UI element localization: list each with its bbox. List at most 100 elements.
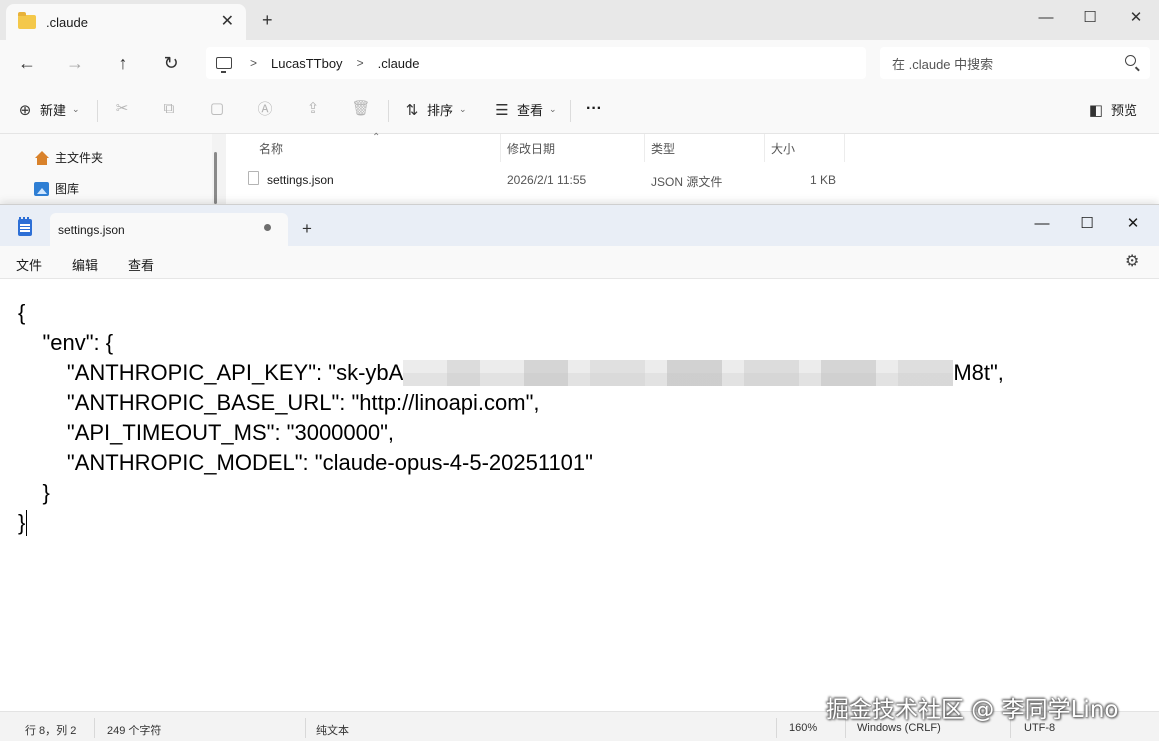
maximize-button[interactable]: ☐ bbox=[1064, 209, 1110, 237]
sort-icon: ⇅ bbox=[405, 101, 419, 119]
code-line-8-text: } bbox=[18, 510, 26, 535]
sidebar-item-label: 图库 bbox=[55, 182, 80, 196]
new-button[interactable]: ⊕ 新建 ⌄ bbox=[17, 100, 80, 119]
folder-icon bbox=[18, 12, 36, 29]
notepad-tab-bar: settings.json + — ☐ ✕ bbox=[0, 205, 1159, 246]
code-line-1: { bbox=[18, 300, 26, 325]
status-divider bbox=[305, 718, 306, 738]
file-name[interactable]: settings.json bbox=[267, 173, 334, 187]
new-tab-button[interactable]: + bbox=[302, 220, 312, 237]
notepad-window: settings.json + — ☐ ✕ 文件 编辑 查看 ⚙ { "env"… bbox=[0, 204, 1159, 741]
file-list: ⌃ 名称 修改日期 类型 大小 settings.json 2026/2/1 1… bbox=[226, 132, 1159, 214]
column-divider bbox=[644, 134, 645, 162]
home-icon bbox=[34, 150, 50, 165]
code-line-7: } bbox=[18, 480, 50, 505]
unsaved-dot-icon[interactable] bbox=[264, 224, 271, 231]
sort-button[interactable]: ⇅ 排序 ⌄ bbox=[404, 100, 467, 119]
code-line-3: "ANTHROPIC_API_KEY": "sk-ybA M8t", bbox=[18, 360, 1004, 386]
notepad-tab-title: settings.json bbox=[58, 222, 125, 237]
plus-circle-icon: ⊕ bbox=[18, 101, 32, 119]
scissors-icon: ✂ bbox=[115, 100, 129, 117]
column-header-modified[interactable]: 修改日期 bbox=[507, 140, 555, 157]
chevron-down-icon: ⌄ bbox=[459, 104, 467, 114]
column-header-name[interactable]: 名称 bbox=[259, 140, 283, 157]
sidebar-item-home[interactable]: 主文件夹 bbox=[34, 149, 103, 166]
toolbar-divider bbox=[570, 100, 571, 122]
breadcrumb-item-claude[interactable]: .claude bbox=[378, 56, 420, 71]
api-key-suffix: M8t", bbox=[953, 360, 1004, 385]
trash-icon: 🗑 bbox=[351, 100, 371, 117]
text-cursor bbox=[26, 510, 28, 536]
chevron-right-icon: > bbox=[250, 56, 258, 70]
minimize-button[interactable]: — bbox=[1019, 209, 1065, 237]
this-pc-icon[interactable] bbox=[216, 57, 232, 73]
gear-icon[interactable]: ⚙ bbox=[1125, 254, 1141, 270]
cut-button[interactable]: ✂ bbox=[114, 100, 130, 117]
toolbar-divider bbox=[97, 100, 98, 122]
rename-button[interactable]: Ⓐ bbox=[257, 100, 273, 118]
delete-button[interactable]: 🗑 bbox=[351, 100, 371, 117]
rename-icon: Ⓐ bbox=[257, 100, 273, 118]
sort-button-label: 排序 bbox=[427, 103, 454, 118]
chevron-right-icon: > bbox=[356, 56, 364, 70]
code-line-6: "ANTHROPIC_MODEL": "claude-opus-4-5-2025… bbox=[18, 450, 593, 475]
preview-button-label: 预览 bbox=[1111, 103, 1138, 118]
redacted-api-key bbox=[403, 360, 954, 386]
json-file-icon bbox=[248, 171, 259, 185]
new-tab-button[interactable]: + bbox=[262, 11, 273, 29]
status-divider bbox=[94, 718, 95, 738]
close-tab-icon[interactable]: ✕ bbox=[221, 13, 234, 31]
gallery-icon bbox=[34, 181, 49, 196]
explorer-tab-claude[interactable]: .claude ✕ bbox=[6, 4, 246, 40]
menu-edit[interactable]: 编辑 bbox=[72, 255, 98, 274]
notepad-tab-settings-json[interactable]: settings.json bbox=[50, 213, 288, 246]
explorer-command-bar: ⊕ 新建 ⌄ ✂ ⧉ ▢ Ⓐ ⇪ 🗑 ⇅ 排序 ⌄ ☰ 查看 ⌄ ··· ◧ 预… bbox=[0, 86, 1159, 134]
view-list-icon: ☰ bbox=[495, 101, 509, 119]
sort-ascending-icon: ⌃ bbox=[372, 132, 381, 143]
maximize-button[interactable]: ☐ bbox=[1067, 4, 1113, 30]
forward-arrow-icon[interactable]: → bbox=[63, 51, 87, 75]
copy-button[interactable]: ⧉ bbox=[161, 99, 177, 117]
text-editor-area[interactable]: { "env": { "ANTHROPIC_API_KEY": "sk-ybA M… bbox=[0, 280, 1159, 711]
sidebar-item-label: 主文件夹 bbox=[55, 151, 104, 165]
minimize-button[interactable]: — bbox=[1023, 4, 1069, 30]
code-line-2: "env": { bbox=[18, 330, 114, 355]
breadcrumb-item-user[interactable]: LucasTTboy bbox=[271, 56, 343, 71]
up-arrow-icon[interactable]: ↑ bbox=[111, 51, 135, 75]
share-icon: ⇪ bbox=[306, 100, 320, 117]
navigation-scrollbar[interactable] bbox=[214, 152, 217, 204]
close-window-button[interactable]: ✕ bbox=[1110, 209, 1156, 237]
refresh-icon[interactable]: ↻ bbox=[159, 51, 183, 75]
breadcrumb[interactable]: > LucasTTboy > .claude bbox=[206, 47, 866, 79]
back-arrow-icon[interactable]: ← bbox=[15, 51, 39, 75]
close-window-button[interactable]: ✕ bbox=[1113, 4, 1159, 30]
search-icon bbox=[1125, 55, 1136, 66]
more-options-button[interactable]: ··· bbox=[586, 100, 602, 118]
view-button[interactable]: ☰ 查看 ⌄ bbox=[494, 100, 556, 119]
share-button[interactable]: ⇪ bbox=[305, 100, 321, 117]
preview-pane-button[interactable]: ◧ 预览 bbox=[1088, 100, 1137, 119]
file-modified: 2026/2/1 11:55 bbox=[507, 173, 587, 187]
search-input[interactable]: 在 .claude 中搜索 bbox=[880, 47, 1150, 79]
column-header-type[interactable]: 类型 bbox=[651, 140, 675, 157]
preview-pane-icon: ◧ bbox=[1088, 101, 1104, 119]
file-type: JSON 源文件 bbox=[651, 175, 723, 189]
notepad-menu-bar: 文件 编辑 查看 ⚙ bbox=[0, 246, 1159, 279]
code-line-4: "ANTHROPIC_BASE_URL": "http://linoapi.co… bbox=[18, 390, 540, 415]
text-format[interactable]: 纯文本 bbox=[316, 722, 349, 738]
copy-icon: ⧉ bbox=[163, 99, 175, 117]
paste-button[interactable]: ▢ bbox=[209, 100, 225, 117]
toolbar-divider bbox=[388, 100, 389, 122]
new-button-label: 新建 bbox=[40, 103, 67, 118]
column-divider bbox=[500, 134, 501, 162]
menu-view[interactable]: 查看 bbox=[128, 255, 154, 274]
character-count: 249 个字符 bbox=[107, 725, 162, 737]
clipboard-icon: ▢ bbox=[209, 100, 225, 117]
code-line-8: } bbox=[18, 510, 28, 536]
sidebar-item-gallery[interactable]: 图库 bbox=[34, 180, 79, 197]
menu-file[interactable]: 文件 bbox=[16, 255, 42, 274]
status-divider bbox=[776, 718, 777, 738]
api-key-prefix: "ANTHROPIC_API_KEY": "sk-ybA bbox=[18, 360, 404, 385]
zoom-level[interactable]: 160% bbox=[789, 722, 817, 734]
column-header-size[interactable]: 大小 bbox=[771, 140, 795, 157]
